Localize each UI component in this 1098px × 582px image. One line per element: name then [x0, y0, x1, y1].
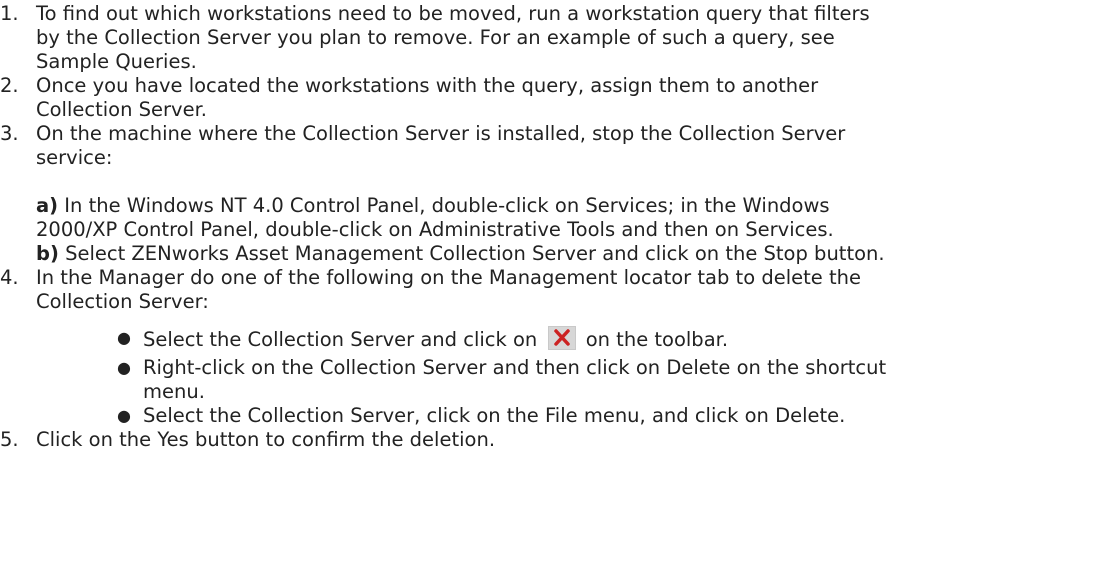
step-text-line: service: [36, 146, 113, 169]
step-text-line: Collection Server: [36, 290, 209, 313]
bullet-item: Select the Collection Server, click on t… [143, 404, 846, 427]
step-text-line: Sample Queries. [36, 50, 197, 73]
step-text-line: Click on the Yes button to confirm the d… [36, 428, 496, 451]
bullet-text: on the toolbar. [579, 328, 729, 351]
substep-label: a) [36, 194, 59, 217]
bullet-dot: ● [117, 406, 131, 425]
substep-text: In the Windows NT 4.0 Control Panel, dou… [58, 194, 830, 217]
step-number: 4. [0, 266, 19, 289]
step-text-line: Collection Server. [36, 98, 208, 121]
substep-label: b) [36, 242, 59, 265]
step-number: 1. [0, 2, 19, 25]
substep-line: a) In the Windows NT 4.0 Control Panel, … [36, 194, 830, 218]
bullet-dot: ● [117, 358, 131, 377]
step-text-line: In the Manager do one of the following o… [36, 266, 861, 289]
step-text-line: On the machine where the Collection Serv… [36, 122, 846, 145]
bullet-item: Right-click on the Collection Server and… [143, 356, 887, 379]
step-text-line: To find out which workstations need to b… [36, 2, 870, 25]
bullet-dot: ● [117, 328, 131, 347]
substep-text: Select ZENworks Asset Management Collect… [58, 242, 885, 265]
bullet-item: menu. [143, 380, 205, 403]
step-number: 3. [0, 122, 19, 145]
document: 1. To find out which workstations need t… [0, 0, 1098, 582]
bullet-text: Select the Collection Server and click o… [143, 328, 544, 351]
bullet-item: Select the Collection Server and click o… [143, 326, 728, 352]
delete-x-icon [547, 326, 576, 350]
substep-line: b) Select ZENworks Asset Management Coll… [36, 242, 885, 266]
step-number: 5. [0, 428, 19, 451]
step-text-line: by the Collection Server you plan to rem… [36, 26, 835, 49]
substep-line: 2000/XP Control Panel, double-click on A… [36, 218, 834, 241]
step-text-line: Once you have located the workstations w… [36, 74, 819, 97]
step-number: 2. [0, 74, 19, 97]
